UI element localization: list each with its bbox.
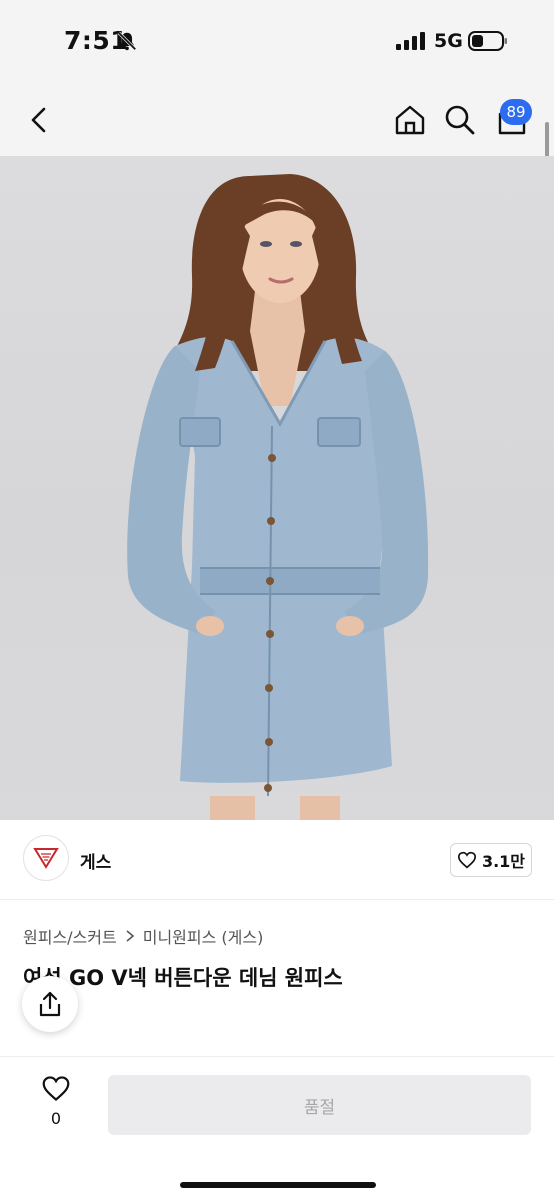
product-photo-illustration — [127, 174, 429, 820]
home-icon[interactable] — [392, 102, 428, 138]
brand-logo[interactable] — [23, 835, 69, 881]
bell-off-icon — [117, 31, 137, 51]
wishlist-count: 0 — [50, 1109, 62, 1128]
brand-row[interactable]: 게스 3.1만 — [0, 820, 554, 900]
search-icon[interactable] — [442, 102, 478, 138]
product-image[interactable] — [0, 156, 554, 820]
battery-icon — [468, 31, 507, 51]
status-bar: 7:51 5G — [0, 0, 554, 84]
signal-icon — [396, 32, 425, 50]
soldout-button: 품절 — [108, 1075, 531, 1135]
brand-like-button[interactable]: 3.1만 — [450, 843, 532, 877]
heart-icon — [42, 1076, 70, 1102]
bottom-action-bar: 0 품절 — [0, 1056, 554, 1200]
share-button[interactable] — [22, 976, 78, 1032]
wishlist-button[interactable]: 0 — [30, 1075, 82, 1135]
breadcrumb: 원피스/스커트 미니원피스 (게스) — [23, 924, 263, 948]
cart-count-badge: 89 — [500, 99, 532, 125]
back-icon[interactable] — [22, 102, 58, 138]
breadcrumb-category[interactable]: 원피스/스커트 — [23, 924, 117, 948]
network-type: 5G — [434, 30, 463, 52]
guess-triangle-logo — [33, 848, 59, 869]
top-navigation — [0, 84, 554, 156]
brand-like-count: 3.1만 — [481, 852, 526, 871]
chevron-right-icon — [126, 930, 134, 942]
heart-icon — [457, 851, 476, 869]
home-indicator[interactable] — [180, 1182, 376, 1188]
breadcrumb-subcategory[interactable]: 미니원피스 (게스) — [143, 924, 264, 948]
brand-name[interactable]: 게스 — [80, 848, 111, 873]
share-icon — [39, 991, 61, 1017]
